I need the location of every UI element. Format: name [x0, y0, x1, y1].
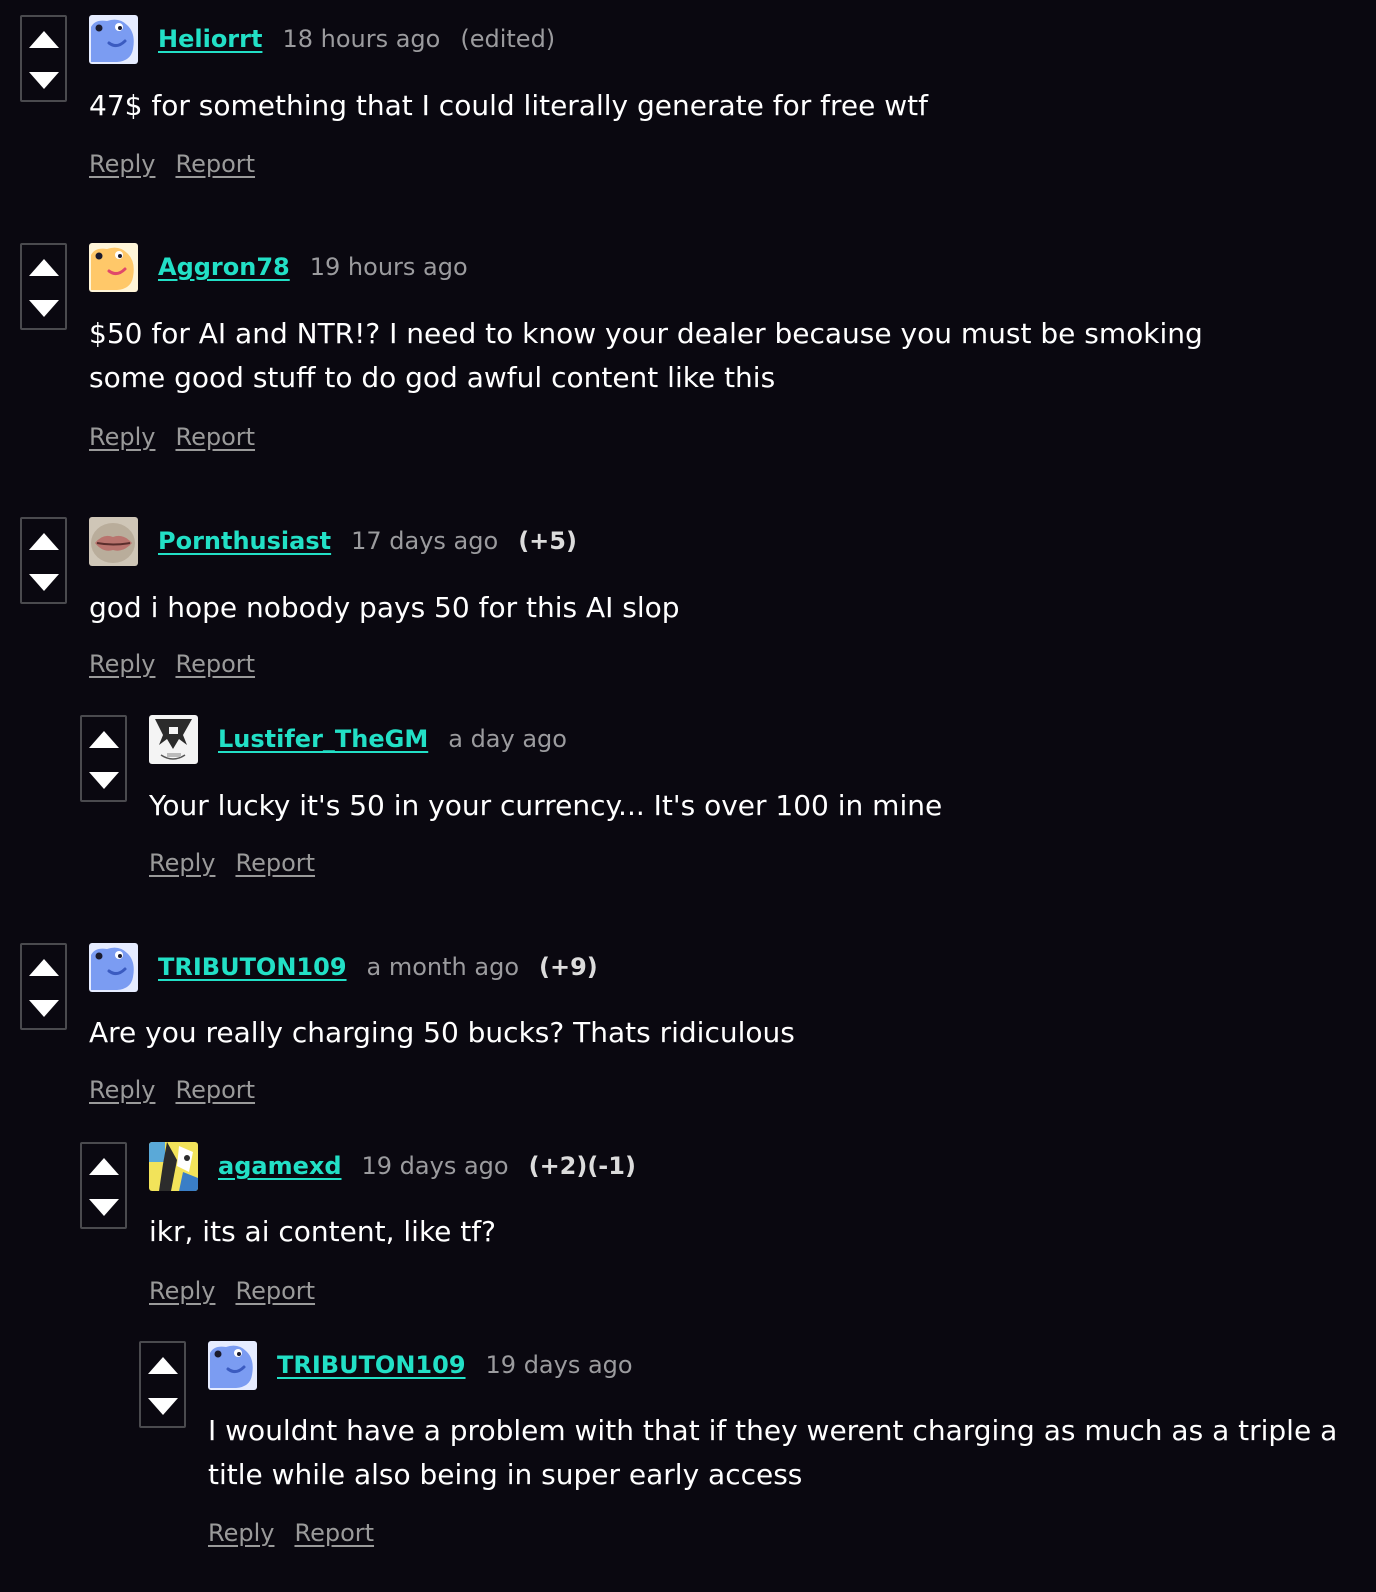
downvote-icon[interactable]	[28, 300, 59, 317]
edited-label: (edited)	[460, 25, 556, 53]
lips-avatar-icon	[89, 517, 138, 566]
comment-actions: Reply Report	[89, 423, 255, 451]
timestamp: 19 days ago	[361, 1152, 509, 1180]
comment-thread: Heliorrt 18 hours ago (edited) 47$ for s…	[0, 0, 1376, 1592]
reply-link[interactable]: Reply	[89, 423, 155, 451]
avatar[interactable]	[89, 517, 138, 566]
reply-link[interactable]: Reply	[89, 650, 155, 678]
upvote-icon[interactable]	[28, 259, 59, 276]
upvote-icon[interactable]	[88, 731, 119, 748]
upvote-icon[interactable]	[88, 1158, 119, 1175]
timestamp: 19 days ago	[485, 1351, 633, 1379]
upvote-icon[interactable]	[28, 533, 59, 550]
comment-meta: TRIBUTON109 a month ago (+9)	[158, 950, 598, 984]
reply-link[interactable]: Reply	[149, 1277, 215, 1305]
vote-box	[20, 517, 67, 604]
username-link[interactable]: TRIBUTON109	[158, 953, 347, 981]
blue-blob-avatar-icon	[89, 15, 138, 64]
comment-reply: Lustifer_TheGM a day ago Your lucky it's…	[0, 700, 1376, 926]
downvote-icon[interactable]	[28, 574, 59, 591]
timestamp: 18 hours ago	[282, 25, 441, 53]
username-link[interactable]: Aggron78	[158, 253, 290, 281]
timestamp: 17 days ago	[351, 527, 499, 555]
comment-body: 47$ for something that I could literally…	[89, 89, 928, 122]
comment: TRIBUTON109 a month ago (+9) Are you rea…	[0, 928, 1376, 1127]
comment-body: I wouldnt have a problem with that if th…	[208, 1414, 1338, 1491]
comment-actions: Reply Report	[89, 650, 255, 678]
upvote-icon[interactable]	[147, 1357, 178, 1374]
comment: Aggron78 19 hours ago $50 for AI and NTR…	[0, 228, 1376, 500]
comment-body: $50 for AI and NTR!? I need to know your…	[89, 317, 1203, 394]
avatar[interactable]	[149, 715, 198, 764]
upvote-icon[interactable]	[28, 31, 59, 48]
vote-box	[80, 715, 127, 802]
vote-box	[20, 15, 67, 102]
vote-box	[20, 943, 67, 1030]
timestamp: 19 hours ago	[309, 253, 468, 281]
avatar[interactable]	[208, 1341, 257, 1390]
blue-blob-avatar-icon	[89, 943, 138, 992]
reply-link[interactable]: Reply	[149, 849, 215, 877]
upvote-icon[interactable]	[28, 959, 59, 976]
report-link[interactable]: Report	[235, 1277, 315, 1305]
comment: Pornthusiast 17 days ago (+5) god i hope…	[0, 502, 1376, 700]
reply-link[interactable]: Reply	[89, 150, 155, 178]
vote-box	[139, 1341, 186, 1428]
blue-blob-avatar-icon	[208, 1341, 257, 1390]
comment-actions: Reply Report	[208, 1519, 374, 1547]
comment: Heliorrt 18 hours ago (edited) 47$ for s…	[0, 0, 1376, 228]
vote-box	[80, 1142, 127, 1229]
report-link[interactable]: Report	[175, 150, 255, 178]
downvote-icon[interactable]	[28, 72, 59, 89]
reply-link[interactable]: Reply	[208, 1519, 274, 1547]
username-link[interactable]: Lustifer_TheGM	[218, 725, 428, 753]
downvote-icon[interactable]	[28, 1000, 59, 1017]
username-link[interactable]: Heliorrt	[158, 25, 262, 53]
comment-actions: Reply Report	[89, 150, 255, 178]
comment-actions: Reply Report	[89, 1076, 255, 1104]
avatar[interactable]	[89, 15, 138, 64]
comment-body: Your lucky it's 50 in your currency... I…	[149, 789, 943, 822]
username-link[interactable]: Pornthusiast	[158, 527, 331, 555]
comment-meta: TRIBUTON109 19 days ago	[277, 1348, 653, 1382]
reply-link[interactable]: Reply	[89, 1076, 155, 1104]
avatar[interactable]	[89, 943, 138, 992]
downvote-icon[interactable]	[88, 772, 119, 789]
timestamp: a month ago	[366, 953, 520, 981]
downvote-icon[interactable]	[147, 1398, 178, 1415]
score: (+9)	[539, 953, 598, 981]
report-link[interactable]: Report	[175, 650, 255, 678]
comment-meta: Pornthusiast 17 days ago (+5)	[158, 524, 577, 558]
report-link[interactable]: Report	[294, 1519, 374, 1547]
report-link[interactable]: Report	[175, 1076, 255, 1104]
comment-body: god i hope nobody pays 50 for this AI sl…	[89, 591, 680, 624]
comment-meta: Aggron78 19 hours ago	[158, 250, 488, 284]
downvote-icon[interactable]	[88, 1199, 119, 1216]
avatar[interactable]	[149, 1142, 198, 1191]
score: (+5)	[518, 527, 577, 555]
comment-body: ikr, its ai content, like tf?	[149, 1215, 496, 1248]
comment-meta: agamexd 19 days ago (+2)(-1)	[218, 1149, 636, 1183]
vote-box	[20, 243, 67, 330]
comment-actions: Reply Report	[149, 1277, 315, 1305]
comment-actions: Reply Report	[149, 849, 315, 877]
comment-meta: Lustifer_TheGM a day ago	[218, 722, 587, 756]
comment-meta: Heliorrt 18 hours ago (edited)	[158, 22, 555, 56]
comment-reply: agamexd 19 days ago (+2)(-1) ikr, its ai…	[0, 1127, 1376, 1327]
report-link[interactable]: Report	[175, 423, 255, 451]
avatar[interactable]	[89, 243, 138, 292]
anime-sketch-avatar-icon	[149, 715, 198, 764]
username-link[interactable]: TRIBUTON109	[277, 1351, 466, 1379]
comment-reply: TRIBUTON109 19 days ago I wouldnt have a…	[0, 1326, 1376, 1592]
username-link[interactable]: agamexd	[218, 1152, 342, 1180]
yellow-blob-avatar-icon	[89, 243, 138, 292]
timestamp: a day ago	[448, 725, 567, 753]
comic-avatar-icon	[149, 1142, 198, 1191]
report-link[interactable]: Report	[235, 849, 315, 877]
score: (+2)(-1)	[528, 1152, 636, 1180]
comment-body: Are you really charging 50 bucks? Thats …	[89, 1016, 795, 1049]
